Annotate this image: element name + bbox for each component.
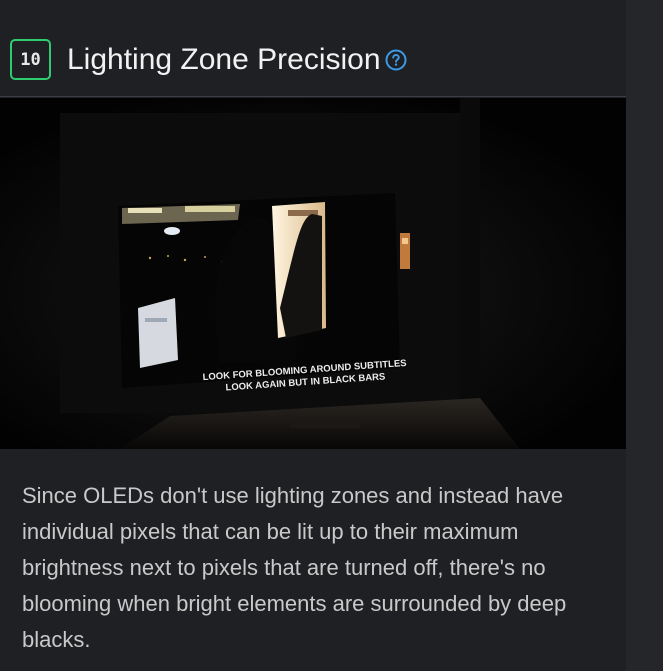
score-badge: 10 bbox=[10, 39, 51, 80]
blooming-test-photo: LOOK FOR BLOOMING AROUND SUBTITLES LOOK … bbox=[0, 98, 626, 449]
right-gutter bbox=[626, 0, 663, 671]
section-title: Lighting Zone Precision bbox=[67, 43, 381, 76]
question-circle-icon[interactable] bbox=[385, 49, 407, 71]
test-result-card: 10 Lighting Zone Precision LOOK FOR BLOO… bbox=[0, 0, 626, 671]
result-description: Since OLEDs don't use lighting zones and… bbox=[22, 483, 567, 652]
section-header: 10 Lighting Zone Precision bbox=[0, 0, 626, 97]
